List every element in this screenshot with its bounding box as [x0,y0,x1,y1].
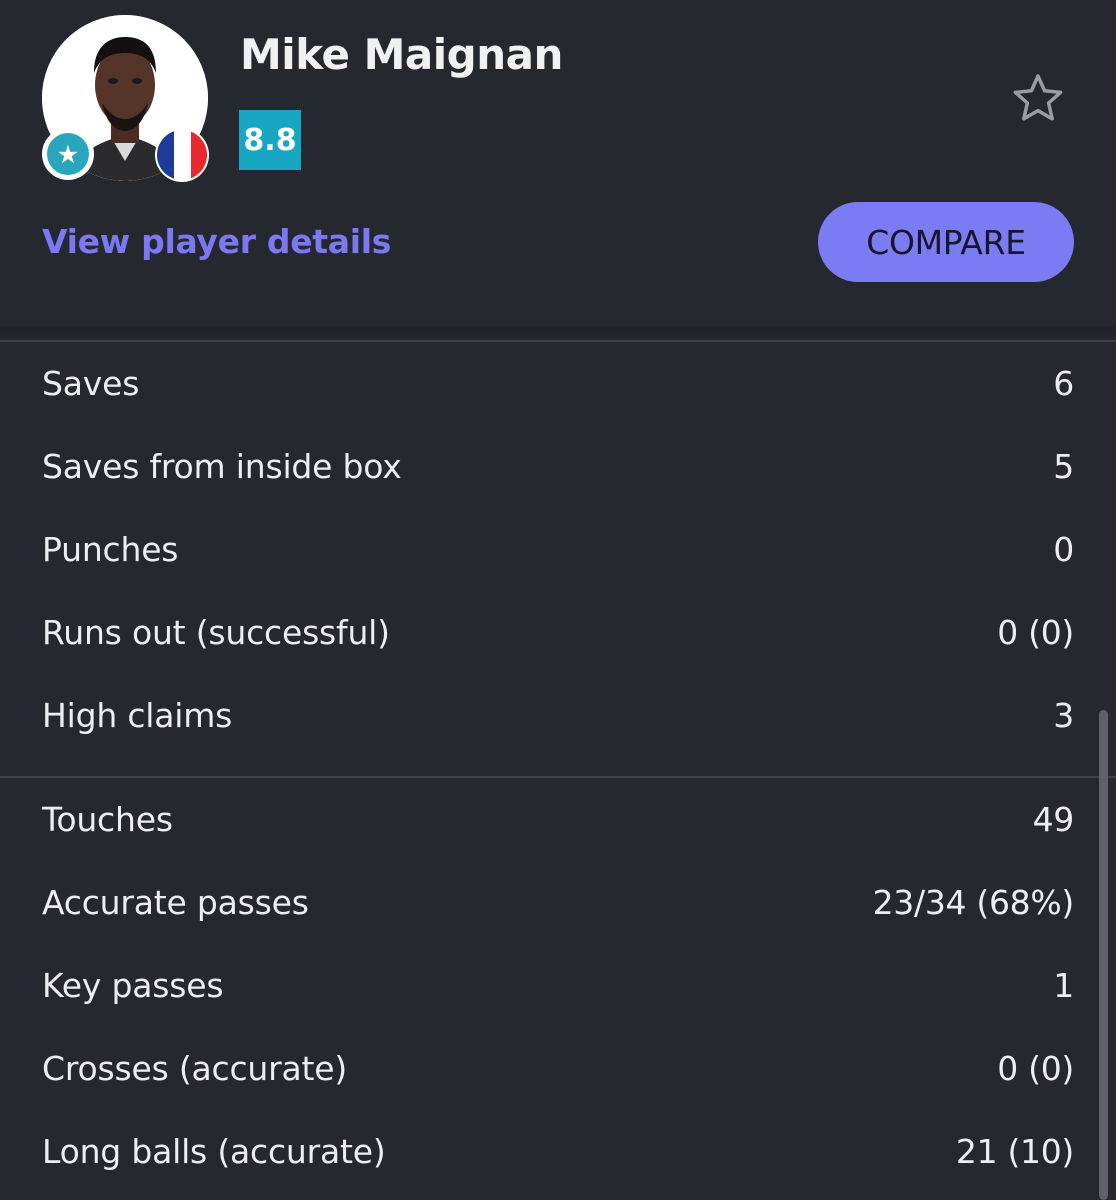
stat-row: Runs out (successful) 0 (0) [42,613,1074,673]
stat-label: Long balls (accurate) [42,1132,386,1171]
stat-label: Key passes [42,966,224,1005]
stat-value: 1 [1053,966,1074,1005]
stat-label: High claims [42,696,233,735]
stat-value: 0 (0) [997,613,1074,652]
stat-label: Accurate passes [42,883,309,922]
player-name: Mike Maignan [240,30,563,79]
stat-row: High claims 3 [42,696,1074,756]
stat-row: Long balls (accurate) 21 (10) [42,1132,1074,1192]
france-flag-icon [155,128,209,182]
player-stats-panel: ★ Mike Maignan 8.8 View player details C… [0,0,1116,1200]
stat-row: Key passes 1 [42,966,1074,1026]
stat-label: Saves from inside box [42,447,402,486]
stat-label: Runs out (successful) [42,613,390,652]
stat-row: Touches 49 [42,800,1074,860]
header-shadow [0,326,1116,340]
player-header: ★ Mike Maignan 8.8 View player details C… [0,0,1116,326]
scrollbar[interactable] [1099,710,1108,1200]
stat-row: Punches 0 [42,530,1074,590]
stat-row: Saves from inside box 5 [42,447,1074,507]
divider [0,340,1116,342]
stat-row: Crosses (accurate) 0 (0) [42,1049,1074,1109]
stat-value: 6 [1053,364,1074,403]
star-outline-icon[interactable] [1008,70,1068,126]
stat-value: 5 [1053,447,1074,486]
stat-value: 0 [1053,530,1074,569]
stat-label: Punches [42,530,179,569]
rating-badge: 8.8 [239,110,301,170]
stat-value: 21 (10) [955,1132,1074,1171]
stat-row: Saves 6 [42,364,1074,424]
stat-label: Crosses (accurate) [42,1049,348,1088]
stat-row: Accurate passes 23/34 (68%) [42,883,1074,943]
star-badge-icon: ★ [42,128,94,180]
compare-button[interactable]: COMPARE [818,202,1074,282]
stat-value: 23/34 (68%) [872,883,1075,922]
stat-value: 3 [1053,696,1074,735]
stat-value: 49 [1032,800,1075,839]
view-player-details-link[interactable]: View player details [42,222,391,261]
avatar-group[interactable]: ★ [42,15,209,182]
stat-label: Saves [42,364,140,403]
stat-value: 0 (0) [997,1049,1074,1088]
stat-label: Touches [42,800,173,839]
divider [0,776,1116,778]
